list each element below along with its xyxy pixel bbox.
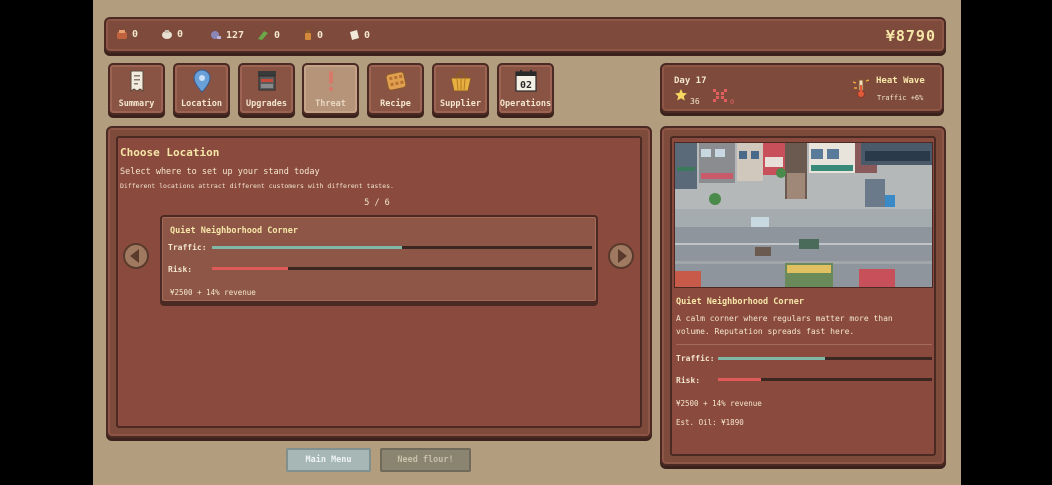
panel-subtitle: Select where to set up your stand today — [120, 167, 320, 177]
preview-risk-label: Risk: — [676, 376, 701, 385]
resource-flour-value: 0 — [177, 29, 184, 40]
calendar-icon: 02 — [514, 70, 537, 92]
arrow-left-icon — [130, 249, 139, 263]
resource-flour: 0 — [161, 29, 183, 40]
star-icon — [675, 89, 687, 101]
reputation-value: 36 — [690, 97, 700, 106]
tab-recipe-label: Recipe — [380, 99, 411, 109]
trend-icon — [713, 89, 727, 102]
next-location-button[interactable] — [608, 243, 634, 269]
paper-icon — [350, 30, 359, 40]
tab-location-label: Location — [181, 99, 222, 109]
location-card[interactable]: Quiet Neighborhood Corner Traffic: Risk:… — [160, 215, 598, 303]
resource-sauce-value: 0 — [317, 29, 324, 41]
resource-herb: 0 — [256, 29, 280, 41]
resource-herb-value: 0 — [274, 29, 281, 41]
preview-est-oil: Est. Oil: ¥1890 — [676, 418, 744, 427]
resource-meat-value: 127 — [226, 29, 245, 41]
meat-icon — [211, 31, 221, 39]
card-risk-label: Risk: — [168, 265, 193, 274]
exclamation-icon — [328, 71, 333, 92]
day-counter: Day 17 — [674, 76, 707, 86]
card-risk-fill — [212, 267, 288, 270]
waffle-icon — [385, 71, 406, 91]
herb-icon — [258, 31, 268, 40]
tab-threat-label: Threat — [315, 99, 346, 109]
card-traffic-fill — [212, 246, 402, 249]
sauce-bottle-icon — [305, 30, 311, 40]
tab-supplier-label: Supplier — [440, 99, 481, 109]
tab-summary[interactable]: Summary — [108, 63, 165, 115]
main-menu-button[interactable]: Main Menu — [286, 448, 371, 472]
resource-bread-value: 0 — [132, 29, 139, 40]
panel-title: Choose Location — [120, 146, 220, 159]
preview-risk-bar — [718, 378, 932, 381]
preview-traffic-label: Traffic: — [676, 354, 715, 363]
svg-text:02: 02 — [519, 80, 531, 91]
stall-icon — [257, 71, 276, 91]
tab-recipe[interactable]: Recipe — [367, 63, 424, 115]
card-traffic-label: Traffic: — [168, 243, 207, 252]
preview-description: A calm corner where regulars matter more… — [676, 314, 893, 336]
tab-supplier[interactable]: Supplier — [432, 63, 489, 115]
location-preview-image — [674, 142, 933, 288]
card-traffic-bar — [212, 246, 592, 249]
thermometer-sun-icon — [852, 79, 870, 98]
map-pin-icon — [192, 69, 211, 93]
tab-location[interactable]: Location — [173, 63, 230, 115]
preview-traffic-bar — [718, 357, 932, 360]
tab-threat[interactable]: Threat — [302, 63, 359, 115]
preview-risk-fill — [718, 378, 761, 381]
weather-effect: Traffic +6% — [877, 94, 924, 102]
preview-traffic-fill — [718, 357, 825, 360]
need-flour-button[interactable]: Need flour! — [380, 448, 471, 472]
resource-sauce: 0 — [303, 29, 323, 41]
receipt-icon — [130, 70, 143, 92]
tab-summary-label: Summary — [118, 99, 155, 109]
trend-value: 0 — [730, 98, 735, 106]
preview-title: Quiet Neighborhood Corner — [676, 297, 804, 307]
day-status-panel — [660, 63, 944, 113]
arrow-right-icon — [618, 249, 627, 263]
location-card-title: Quiet Neighborhood Corner — [170, 226, 298, 236]
resource-bar: 0 0 127 0 0 0 ¥8790 — [104, 17, 946, 53]
basket-icon — [449, 69, 472, 92]
flour-icon — [162, 30, 172, 39]
tab-upgrades-label: Upgrades — [246, 99, 287, 109]
card-risk-bar — [212, 267, 592, 270]
resource-paper: 0 — [348, 29, 370, 41]
tab-operations-label: Operations — [499, 99, 552, 109]
resource-meat: 127 — [208, 29, 244, 41]
prev-location-button[interactable] — [123, 243, 149, 269]
weather-title: Heat Wave — [876, 76, 925, 86]
preview-revenue: ¥2500 + 14% revenue — [676, 399, 762, 408]
panel-hint: Different locations attract different cu… — [120, 182, 394, 190]
money-display: ¥8790 — [885, 27, 936, 45]
page-indicator: 5 / 6 — [364, 198, 390, 208]
resource-bread: 0 — [116, 29, 138, 40]
resource-paper-value: 0 — [364, 29, 371, 41]
bread-icon — [117, 30, 127, 39]
card-revenue: ¥2500 + 14% revenue — [170, 288, 256, 297]
preview-divider — [676, 344, 932, 345]
tab-operations[interactable]: 02 Operations — [497, 63, 554, 115]
tab-upgrades[interactable]: Upgrades — [238, 63, 295, 115]
street-scene-image — [675, 143, 932, 287]
